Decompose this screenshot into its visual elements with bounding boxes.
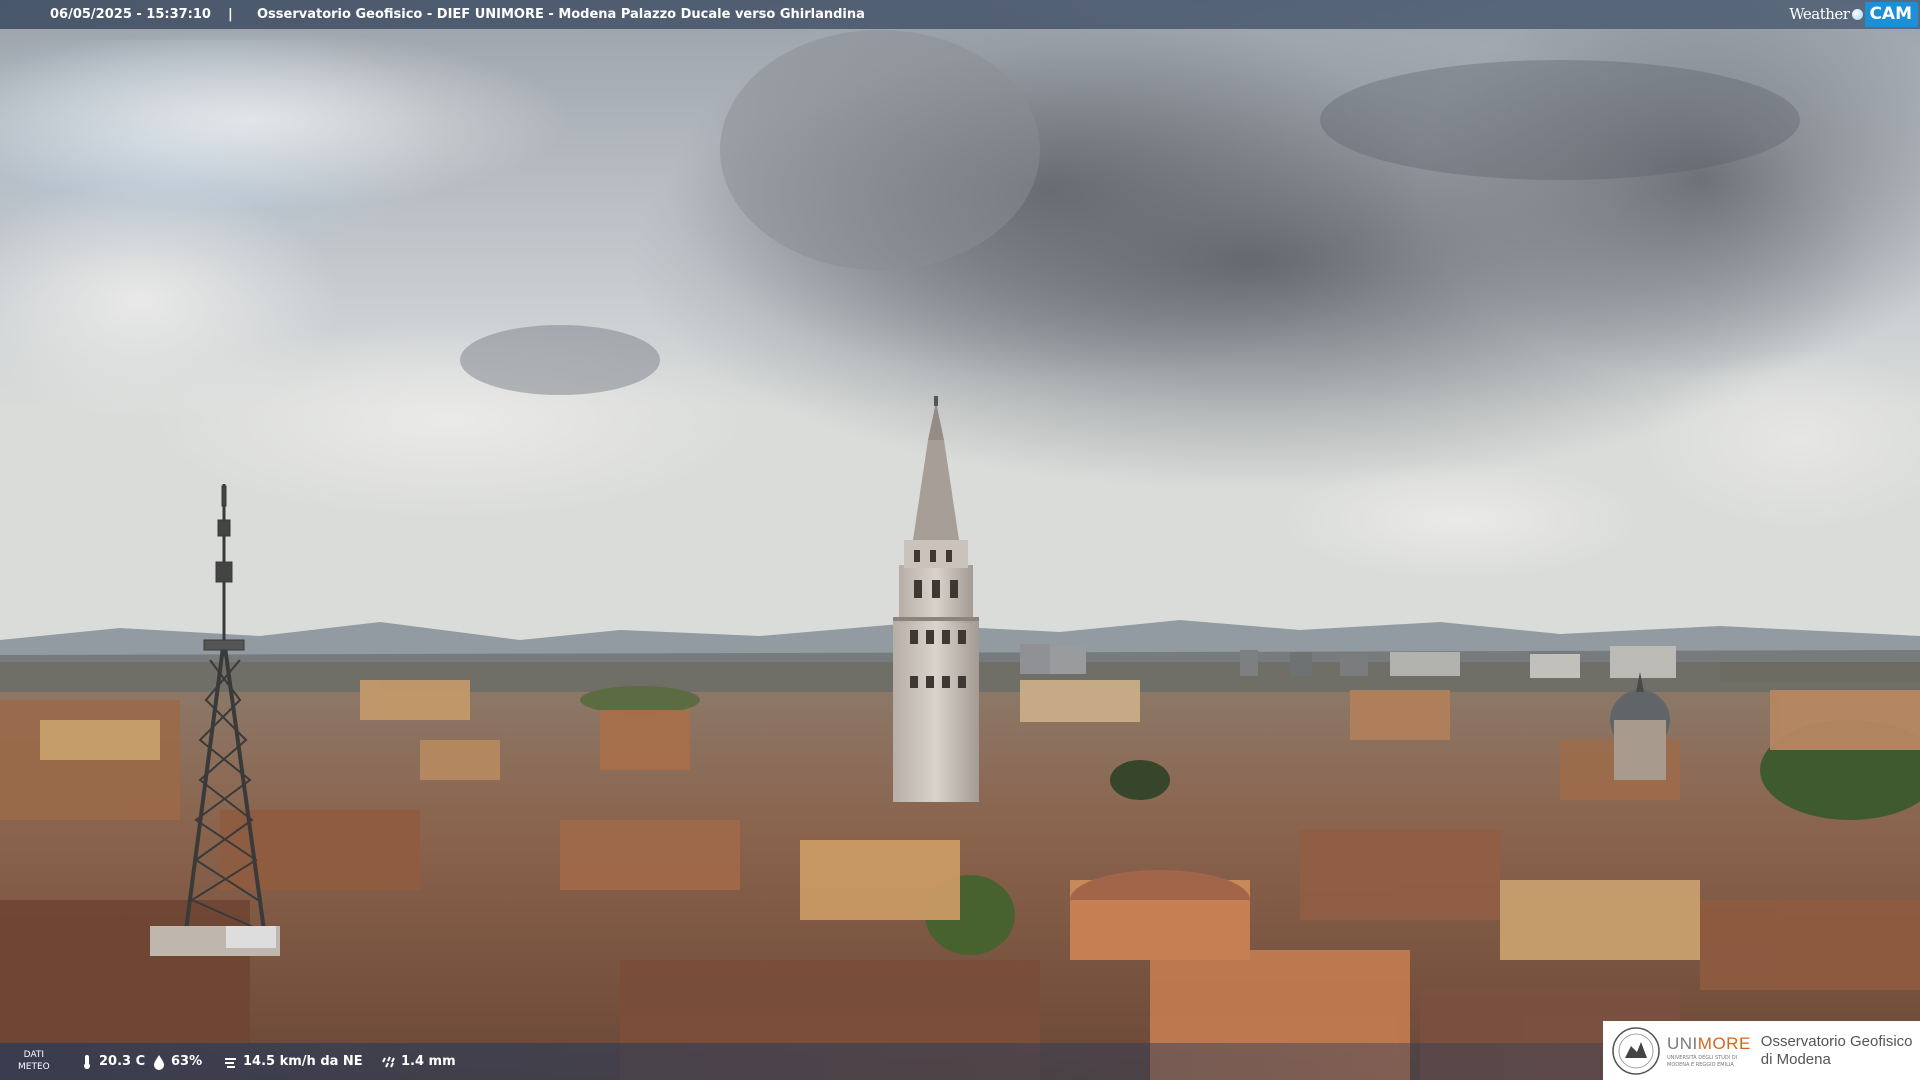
separator: |	[228, 7, 233, 22]
brand-dot-icon	[1852, 9, 1864, 20]
temperature-value: 20.3 C	[99, 1054, 146, 1069]
wind-icon	[225, 1057, 236, 1068]
unimore-logo-box: UNIMORE UNIVERSITÀ DEGLI STUDI DI MODENA…	[1603, 1021, 1920, 1080]
unimore-wordmark: UNIMORE UNIVERSITÀ DEGLI STUDI DI MODENA…	[1667, 1033, 1751, 1068]
camera-caption: Osservatorio Geofisico - DIEF UNIMORE - …	[257, 7, 865, 22]
humidity-drop-icon	[154, 1054, 164, 1070]
rain-reading: 1.4 mm	[382, 1043, 456, 1080]
humidity-value: 63%	[171, 1054, 203, 1069]
temperature-reading: 20.3 C	[80, 1043, 145, 1080]
wind-reading: 14.5 km/h da NE	[224, 1043, 363, 1080]
unimore-seal-icon	[1612, 1026, 1660, 1075]
top-info-bar: 06/05/2025 - 15:37:10 | Osservatorio Geo…	[0, 0, 1920, 29]
webcam-image	[0, 0, 1920, 1080]
humidity-reading: 63%	[152, 1043, 202, 1080]
observatory-name: Osservatorio Geofisico di Modena	[1760, 1032, 1913, 1068]
rain-value: 1.4 mm	[401, 1054, 456, 1069]
brand-cam-text: CAM	[1865, 2, 1918, 27]
timestamp: 06/05/2025 - 15:37:10	[50, 7, 211, 22]
wind-value: 14.5 km/h da NE	[243, 1054, 363, 1069]
weathercam-logo: Weather CAM	[1789, 0, 1920, 29]
brand-weather-text: Weather	[1789, 5, 1850, 23]
thermometer-icon	[84, 1054, 90, 1069]
meteo-data-bar: DATI METEO 20.3 C 63% 14.5 km/h da NE 1.…	[0, 1043, 1604, 1080]
rain-icon	[382, 1056, 395, 1067]
meteo-label: DATI METEO	[18, 1050, 50, 1072]
